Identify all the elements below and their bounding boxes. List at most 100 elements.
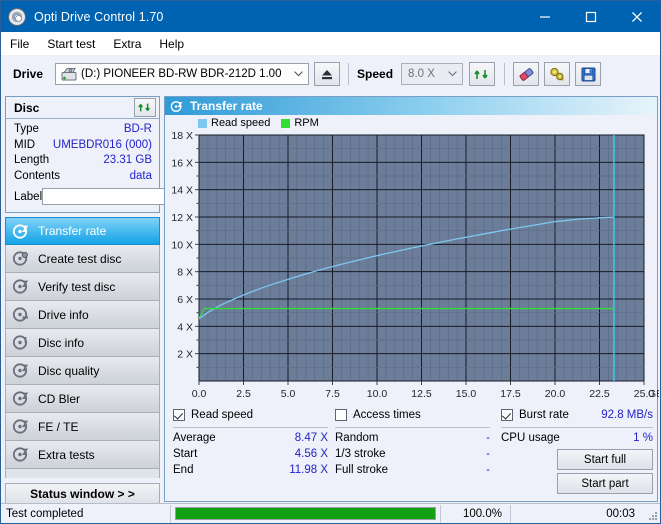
refresh-drive-button[interactable] bbox=[469, 62, 495, 86]
sidebar-item-extra-tests[interactable]: Extra tests bbox=[5, 441, 160, 469]
sidebar-item-cd-bler[interactable]: CD Bler bbox=[5, 385, 160, 413]
close-button[interactable] bbox=[614, 1, 660, 32]
svg-text:16 X: 16 X bbox=[171, 157, 193, 169]
stat-row-full-stroke: Full stroke - bbox=[335, 462, 490, 478]
speed-label: Speed bbox=[357, 67, 393, 81]
burst-rate-row: Burst rate 92.8 MB/s bbox=[501, 407, 653, 423]
divider bbox=[173, 427, 328, 428]
sidebar-item-label: Verify test disc bbox=[38, 280, 115, 294]
sidebar-item-disc-quality[interactable]: Disc quality bbox=[5, 357, 160, 385]
burst-rate-stats: Burst rate 92.8 MB/s CPU usage 1 % Start… bbox=[501, 407, 653, 494]
burst-rate-checkbox[interactable] bbox=[501, 409, 513, 421]
maximize-button[interactable] bbox=[568, 1, 614, 32]
cd-bler-icon bbox=[12, 390, 29, 407]
eraser-icon bbox=[518, 67, 535, 82]
status-window-button[interactable]: Status window > > bbox=[5, 483, 160, 505]
sidebar-item-verify-test-disc[interactable]: Verify test disc bbox=[5, 273, 160, 301]
menu-item-file[interactable]: File bbox=[1, 35, 38, 53]
drive-icon bbox=[61, 67, 77, 82]
toolbar-divider-2 bbox=[504, 63, 505, 85]
stat-value: - bbox=[486, 430, 490, 446]
svg-text:12.5: 12.5 bbox=[411, 388, 432, 400]
sidebar-item-label: Drive info bbox=[38, 308, 89, 322]
disc-info-rows: Type BD-R MID UMEBDR016 (000) Length 23.… bbox=[6, 119, 159, 206]
disc-panel-header: Disc bbox=[6, 97, 159, 119]
toolbar-divider-1 bbox=[348, 63, 349, 85]
stat-key: Random bbox=[335, 430, 378, 446]
disc-label-row: Label bbox=[14, 187, 152, 206]
stat-key: CPU usage bbox=[501, 430, 560, 446]
speed-select[interactable]: 8.0 X bbox=[401, 63, 463, 85]
access-times-checkbox-label: Access times bbox=[353, 409, 421, 421]
burst-rate-checkbox-row[interactable]: Burst rate bbox=[501, 407, 569, 423]
chevron-down-icon bbox=[448, 71, 457, 77]
svg-text:0.0: 0.0 bbox=[192, 388, 207, 400]
sidebar: Transfer rate Create test disc Verify te… bbox=[5, 217, 160, 505]
start-part-button[interactable]: Start part bbox=[557, 473, 653, 494]
burst-rate-value: 92.8 MB/s bbox=[601, 409, 653, 421]
progress-track bbox=[175, 507, 436, 520]
stat-value: 4.56 X bbox=[295, 446, 328, 462]
start-full-button[interactable]: Start full bbox=[557, 449, 653, 470]
save-button[interactable] bbox=[575, 62, 601, 86]
stat-value: 1 % bbox=[633, 430, 653, 446]
stat-row-start: Start 4.56 X bbox=[173, 446, 328, 462]
stat-row-random: Random - bbox=[335, 430, 490, 446]
keys-icon bbox=[549, 67, 566, 82]
statistics-area: Read speed Average 8.47 X Start 4.56 X E… bbox=[165, 407, 657, 501]
chart-legend: Read speed RPM bbox=[198, 117, 326, 129]
sidebar-item-label: Create test disc bbox=[38, 252, 121, 266]
disc-row-key: MID bbox=[14, 138, 35, 154]
status-message: Test completed bbox=[1, 505, 171, 523]
divider bbox=[335, 427, 490, 428]
disc-verify-icon bbox=[12, 278, 29, 295]
disc-refresh-button[interactable] bbox=[134, 98, 156, 117]
svg-text:20.0: 20.0 bbox=[545, 388, 566, 400]
sidebar-item-fe-te[interactable]: FE / TE bbox=[5, 413, 160, 441]
drive-toolbar: Drive (D:) PIONEER BD-RW BDR-212D 1.00 S… bbox=[1, 55, 660, 93]
sidebar-item-label: Disc info bbox=[38, 336, 84, 350]
sidebar-item-label: FE / TE bbox=[38, 420, 78, 434]
read-speed-checkbox-label: Read speed bbox=[191, 409, 253, 421]
resize-grip-icon[interactable] bbox=[648, 511, 658, 521]
stat-key: Average bbox=[173, 430, 216, 446]
eject-button[interactable] bbox=[314, 62, 340, 86]
stat-row-third-stroke: 1/3 stroke - bbox=[335, 446, 490, 462]
sidebar-item-label: Disc quality bbox=[38, 364, 99, 378]
svg-text:GB: GB bbox=[648, 388, 659, 400]
sidebar-item-label: Extra tests bbox=[38, 448, 95, 462]
chevron-down-icon bbox=[294, 71, 303, 77]
erase-button[interactable] bbox=[513, 62, 539, 86]
disc-row-mid: MID UMEBDR016 (000) bbox=[14, 138, 152, 154]
sidebar-item-transfer-rate[interactable]: Transfer rate bbox=[5, 217, 160, 245]
access-times-checkbox-row[interactable]: Access times bbox=[335, 407, 490, 423]
sidebar-item-create-test-disc[interactable]: Create test disc bbox=[5, 245, 160, 273]
access-times-checkbox[interactable] bbox=[335, 409, 347, 421]
legend-label-read-speed: Read speed bbox=[211, 117, 270, 129]
app-window: Opti Drive Control 1.70 File Start test … bbox=[0, 0, 661, 524]
keys-button[interactable] bbox=[544, 62, 570, 86]
minimize-button[interactable] bbox=[522, 1, 568, 32]
svg-text:8 X: 8 X bbox=[177, 267, 193, 279]
stat-row-end: End 11.98 X bbox=[173, 462, 328, 478]
disc-burn-icon bbox=[12, 250, 29, 267]
refresh-icon bbox=[474, 67, 490, 82]
menu-item-extra[interactable]: Extra bbox=[104, 35, 150, 53]
legend-label-rpm: RPM bbox=[294, 117, 318, 129]
drive-select[interactable]: (D:) PIONEER BD-RW BDR-212D 1.00 bbox=[55, 63, 309, 85]
sidebar-item-disc-info[interactable]: Disc info bbox=[5, 329, 160, 357]
save-icon bbox=[581, 67, 596, 82]
extra-tests-icon bbox=[12, 446, 29, 463]
sidebar-spacer bbox=[5, 469, 160, 478]
menu-item-help[interactable]: Help bbox=[150, 35, 193, 53]
sidebar-item-drive-info[interactable]: Drive info bbox=[5, 301, 160, 329]
stat-row-average: Average 8.47 X bbox=[173, 430, 328, 446]
read-speed-checkbox[interactable] bbox=[173, 409, 185, 421]
menu-item-start-test[interactable]: Start test bbox=[38, 35, 104, 53]
read-speed-checkbox-row[interactable]: Read speed bbox=[173, 407, 328, 423]
svg-text:4 X: 4 X bbox=[177, 321, 193, 333]
sidebar-item-label: CD Bler bbox=[38, 392, 80, 406]
svg-text:2 X: 2 X bbox=[177, 349, 193, 361]
disc-quality-icon bbox=[12, 362, 29, 379]
disc-row-value: BD-R bbox=[124, 122, 152, 138]
